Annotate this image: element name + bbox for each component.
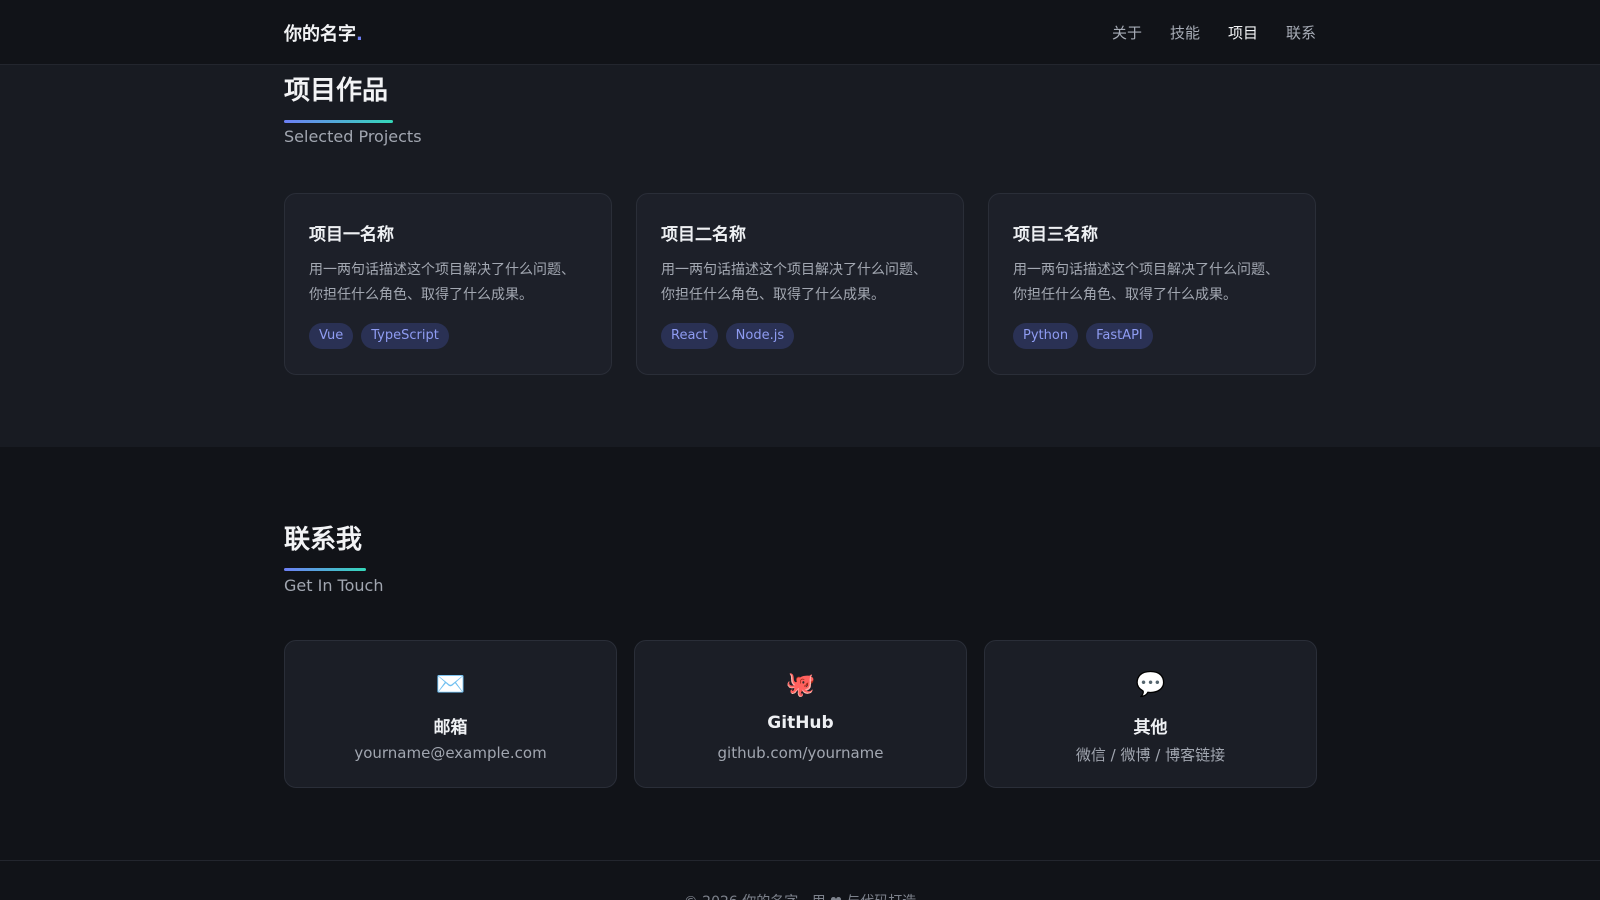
- tag-nodejs: Node.js: [725, 323, 795, 349]
- project-card-title: 项目二名称: [661, 225, 746, 245]
- nav-menu: 关于 技能 项目 联系: [1112, 22, 1316, 43]
- nav-item-about[interactable]: 关于: [1112, 22, 1142, 43]
- contact-card-other[interactable]: 💬 其他 微信 / 微博 / 博客链接: [984, 640, 1317, 788]
- contact-section: 联系我 Get In Touch ✉️ 邮箱 yourname@example.…: [0, 447, 1600, 860]
- project-card-1[interactable]: 项目一名称 用一两句话描述这个项目解决了什么问题、你担任什么角色、取得了什么成果…: [284, 193, 612, 375]
- envelope-icon: ✉️: [435, 670, 466, 698]
- contact-card-value: yourname@example.com: [354, 744, 547, 762]
- projects-section: 项目作品 Selected Projects 项目一名称 用一两句话描述这个项目…: [0, 65, 1600, 447]
- projects-subtitle: Selected Projects: [284, 127, 422, 146]
- project-card-3[interactable]: 项目三名称 用一两句话描述这个项目解决了什么问题、你担任什么角色、取得了什么成果…: [988, 193, 1316, 375]
- footer: © 2026 你的名字 · 用 ❤ 与代码打造: [0, 860, 1600, 900]
- contact-subtitle: Get In Touch: [284, 576, 384, 595]
- contact-card-email[interactable]: ✉️ 邮箱 yourname@example.com: [284, 640, 617, 788]
- project-tags: React Node.js: [661, 323, 795, 349]
- project-card-description: 用一两句话描述这个项目解决了什么问题、你担任什么角色、取得了什么成果。: [309, 262, 575, 303]
- nav-item-projects[interactable]: 项目: [1228, 22, 1258, 43]
- octopus-icon: 🐙: [785, 670, 816, 698]
- contact-title: 联系我: [284, 525, 363, 555]
- tag-python: Python: [1013, 323, 1079, 349]
- tag-fastapi: FastAPI: [1086, 323, 1153, 349]
- logo-text: 你的名字: [284, 24, 356, 45]
- projects-title: 项目作品: [284, 76, 389, 106]
- nav-item-contact[interactable]: 联系: [1286, 22, 1316, 43]
- contact-card-label: GitHub: [767, 713, 834, 733]
- contact-card-label: 其他: [1133, 718, 1168, 738]
- contact-card-value: github.com/yourname: [717, 744, 884, 762]
- project-card-description: 用一两句话描述这个项目解决了什么问题、你担任什么角色、取得了什么成果。: [661, 262, 927, 303]
- nav-item-skills[interactable]: 技能: [1170, 22, 1200, 43]
- contact-card-label: 邮箱: [433, 718, 468, 738]
- tag-typescript: TypeScript: [361, 323, 449, 349]
- project-card-description: 用一两句话描述这个项目解决了什么问题、你担任什么角色、取得了什么成果。: [1013, 262, 1279, 303]
- logo-dot: .: [356, 24, 363, 45]
- contact-card-value: 微信 / 微博 / 博客链接: [1075, 746, 1226, 764]
- projects-title-underline: [284, 120, 393, 123]
- top-navbar: 你的名字. 关于 技能 项目 联系: [0, 0, 1600, 65]
- speech-bubble-icon: 💬: [1135, 670, 1166, 698]
- project-tags: Python FastAPI: [1013, 323, 1153, 349]
- site-logo[interactable]: 你的名字.: [284, 20, 363, 46]
- project-card-title: 项目一名称: [309, 225, 394, 245]
- contact-card-github[interactable]: 🐙 GitHub github.com/yourname: [634, 640, 967, 788]
- tag-react: React: [661, 323, 718, 349]
- project-card-2[interactable]: 项目二名称 用一两句话描述这个项目解决了什么问题、你担任什么角色、取得了什么成果…: [636, 193, 964, 375]
- project-tags: Vue TypeScript: [309, 323, 449, 349]
- page: 你的名字. 关于 技能 项目 联系 项目作品 Selected Projects…: [0, 0, 1600, 900]
- footer-copyright: © 2026 你的名字 · 用 ❤ 与代码打造: [0, 891, 1600, 900]
- tag-vue: Vue: [309, 323, 354, 349]
- contact-title-underline: [284, 568, 366, 571]
- project-card-title: 项目三名称: [1013, 225, 1098, 245]
